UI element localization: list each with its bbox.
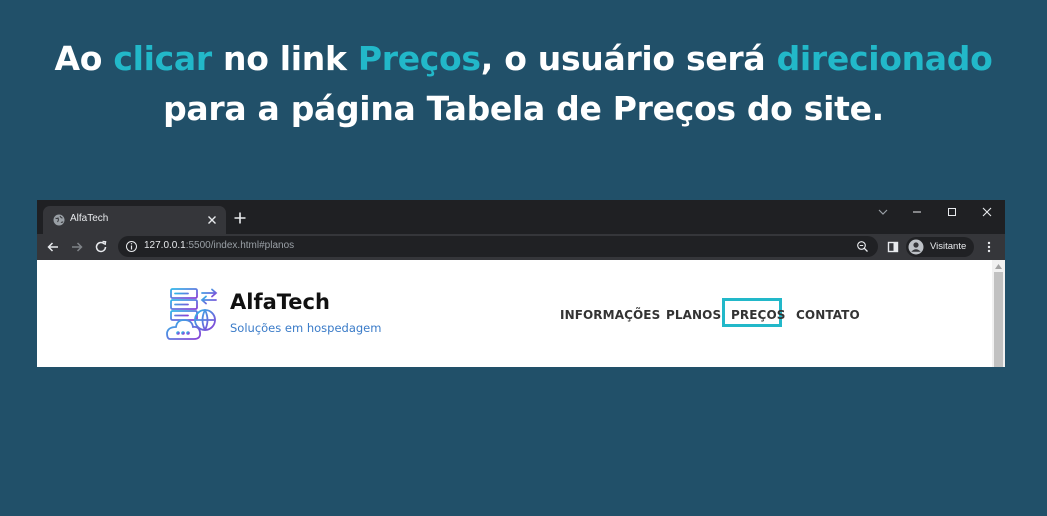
- server-cloud-logo-icon: [166, 288, 218, 340]
- tab-title: AlfaTech: [70, 213, 109, 224]
- headline-line-1: Ao clicar no link Preços, o usuário será…: [0, 34, 1047, 84]
- browser-tab[interactable]: AlfaTech: [43, 206, 226, 234]
- url-text: 127.0.0.1:5500/index.html#planos: [144, 240, 294, 251]
- headline-highlight-direcionado: direcionado: [776, 39, 993, 78]
- brand-tagline: Soluções em hospedagem: [230, 321, 382, 335]
- headline-line-2: para a página Tabela de Preços do site.: [163, 89, 884, 128]
- browser-toolbar: 127.0.0.1:5500/index.html#planos Visitan…: [37, 234, 1005, 260]
- forward-arrow-icon[interactable]: [70, 240, 84, 254]
- reload-icon[interactable]: [94, 240, 108, 254]
- headline-text: Ao: [54, 39, 114, 78]
- chevron-down-icon[interactable]: [876, 205, 890, 219]
- nav-link-planos[interactable]: PLANOS: [666, 308, 721, 322]
- back-arrow-icon[interactable]: [46, 240, 60, 254]
- url-path: :5500/index.html#planos: [185, 240, 295, 251]
- nav-link-contato[interactable]: CONTATO: [796, 308, 860, 322]
- minimize-icon[interactable]: [910, 205, 924, 219]
- close-window-icon[interactable]: [980, 205, 994, 219]
- web-page: AlfaTech Soluções em hospedagem INFORMAÇ…: [37, 260, 1005, 367]
- nav-link-precos[interactable]: PREÇOS: [731, 308, 785, 322]
- nav-link-informacoes[interactable]: INFORMAÇÕES: [560, 308, 660, 322]
- headline: Ao clicar no link Preços, o usuário será…: [0, 34, 1047, 134]
- headline-text: , o usuário será: [480, 39, 777, 78]
- headline-text: no link: [211, 39, 358, 78]
- zoom-icon[interactable]: [856, 240, 869, 253]
- side-panel-icon[interactable]: [886, 240, 900, 254]
- scrollbar[interactable]: [992, 260, 1005, 367]
- globe-icon: [53, 214, 65, 226]
- browser-window: AlfaTech 127.0.0.1:5500/index.html#plano…: [37, 200, 1005, 367]
- tab-strip: AlfaTech: [37, 200, 1005, 234]
- profile-button[interactable]: Visitante: [906, 237, 974, 257]
- info-icon[interactable]: [125, 240, 138, 253]
- plus-icon[interactable]: [233, 211, 247, 225]
- profile-label: Visitante: [930, 241, 967, 252]
- brand-name[interactable]: AlfaTech: [230, 290, 330, 314]
- maximize-icon[interactable]: [945, 205, 959, 219]
- headline-highlight-clicar: clicar: [113, 39, 212, 78]
- headline-highlight-precos: Preços: [357, 39, 481, 78]
- scrollbar-thumb[interactable]: [994, 272, 1003, 367]
- profile-avatar-icon: [908, 239, 924, 255]
- scroll-up-arrow-icon[interactable]: [995, 264, 1002, 269]
- close-icon[interactable]: [205, 213, 219, 227]
- kebab-menu-icon[interactable]: [982, 240, 996, 254]
- address-bar[interactable]: 127.0.0.1:5500/index.html#planos: [118, 236, 878, 257]
- url-host: 127.0.0.1: [144, 240, 186, 251]
